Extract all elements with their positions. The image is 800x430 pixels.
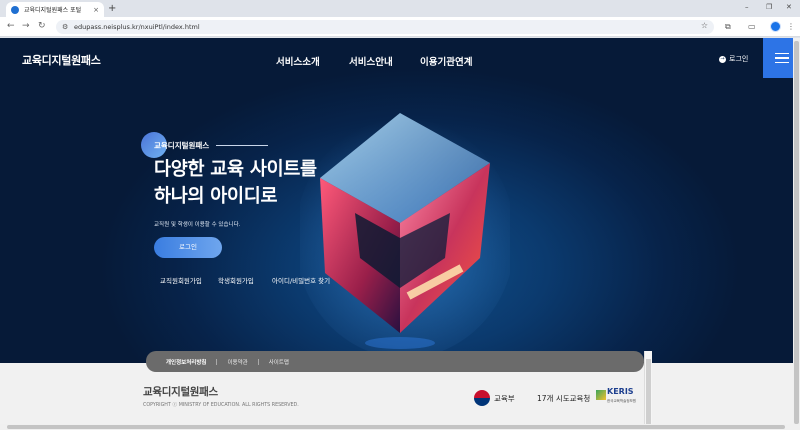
browser-tab-strip: 교육디지털원패스 포털 × + – ❐ ✕: [0, 0, 800, 17]
glass-cube-illustration: [300, 113, 510, 358]
tab-title: 교육디지털원패스 포털: [24, 7, 82, 14]
forward-icon[interactable]: →: [22, 21, 30, 32]
nav-institution-link[interactable]: 이용기관연계: [420, 54, 472, 68]
moe-label: 교육부: [494, 393, 515, 403]
privacy-policy-link[interactable]: 개인정보처리방침: [166, 358, 206, 366]
hero-badge: 교육디지털원패스: [154, 141, 210, 150]
url-text[interactable]: edupass.neisplus.kr/nxuiPtl/index.html: [74, 22, 200, 32]
horizontal-scrollbar[interactable]: [0, 424, 793, 430]
hero-headline-line-2: 하나의 아이디로: [154, 186, 278, 207]
footer-links-bar: 개인정보처리방침 이용약관 사이트맵: [146, 351, 644, 372]
keris-logo[interactable]: KERIS 한국교육학술정보원: [596, 387, 642, 409]
hero-login-button[interactable]: 로그인: [154, 237, 222, 258]
badge-divider: [216, 145, 268, 146]
link-divider: [216, 358, 218, 365]
login-arrow-icon: →: [719, 55, 726, 63]
sitemap-link[interactable]: 사이트맵: [269, 358, 289, 366]
vertical-scroll-thumb[interactable]: [794, 41, 799, 424]
horizontal-scroll-thumb[interactable]: [7, 425, 785, 429]
link-divider: [257, 358, 259, 365]
tab-close-icon[interactable]: ×: [93, 6, 99, 14]
teacher-signup-link[interactable]: 교직원회원가입: [160, 275, 202, 285]
nav-service-guide[interactable]: 서비스안내: [349, 54, 393, 68]
keris-wordmark: KERIS: [607, 387, 634, 396]
close-window-button[interactable]: ✕: [786, 3, 792, 11]
hero-headline: 다양한 교육 사이트를 하나의 아이디로: [154, 156, 317, 210]
vertical-scrollbar[interactable]: [793, 38, 800, 430]
moe-logo[interactable]: 교육부: [474, 390, 515, 406]
student-signup-link[interactable]: 학생회원가입: [218, 275, 254, 285]
reload-icon[interactable]: ↻: [38, 21, 46, 32]
header-login-label: 로그인: [729, 55, 749, 63]
taegeuk-emblem-icon: [474, 390, 490, 406]
site-footer: 교육디지털원패스 COPYRIGHT ⓒ MINISTRY OF EDUCATI…: [0, 363, 793, 430]
menu-line: [775, 57, 789, 59]
footer-inner-scrollbar[interactable]: [644, 351, 652, 430]
url-field[interactable]: ⚙ edupass.neisplus.kr/nxuiPtl/index.html…: [56, 20, 714, 34]
keris-mark-icon: [596, 390, 606, 400]
site-logo[interactable]: 교육디지털원패스: [22, 52, 101, 68]
browser-menu-icon[interactable]: ⋮: [787, 21, 795, 32]
terms-link[interactable]: 이용약관: [227, 358, 247, 366]
hero-section: 교육디지털원패스 서비스소개 서비스안내 이용기관연계 → 로그인 교육디지털원…: [0, 38, 793, 363]
extensions-icon[interactable]: ⧉: [725, 21, 731, 32]
new-tab-button[interactable]: +: [108, 3, 116, 15]
site-favicon-icon: [11, 5, 19, 14]
sido-education-office-logo[interactable]: 17개 시도교육청: [537, 393, 590, 404]
maximize-button[interactable]: ❐: [766, 3, 772, 11]
hero-subtext: 교직원 및 학생이 이용할 수 있습니다.: [154, 222, 241, 228]
menu-line: [775, 61, 789, 64]
footer-logo: 교육디지털원패스: [143, 386, 218, 398]
hero-headline-line-1: 다양한 교육 사이트를: [154, 159, 317, 180]
keris-subtitle: 한국교육학술정보원: [607, 399, 636, 403]
profile-avatar[interactable]: [770, 21, 781, 32]
page-viewport: 교육디지털원패스 서비스소개 서비스안내 이용기관연계 → 로그인 교육디지털원…: [0, 38, 793, 430]
back-icon[interactable]: ←: [7, 21, 15, 32]
site-info-icon[interactable]: ⚙: [62, 23, 70, 31]
inner-scroll-thumb[interactable]: [646, 359, 651, 424]
nav-service-intro[interactable]: 서비스소개: [276, 54, 320, 68]
bookmark-star-icon[interactable]: ☆: [701, 21, 708, 30]
hamburger-menu-button[interactable]: [763, 38, 793, 78]
address-bar: ← → ↻ ⚙ edupass.neisplus.kr/nxuiPtl/inde…: [0, 17, 800, 37]
find-id-password-link[interactable]: 아이디/비밀번호 찾기: [272, 275, 330, 285]
side-panel-icon[interactable]: ▭: [748, 21, 756, 32]
minimize-button[interactable]: –: [745, 3, 749, 11]
header-login-link[interactable]: → 로그인: [719, 54, 748, 64]
menu-line: [775, 52, 789, 55]
footer-copyright: COPYRIGHT ⓒ MINISTRY OF EDUCATION. ALL R…: [143, 403, 299, 408]
browser-tab[interactable]: 교육디지털원패스 포털 ×: [6, 2, 104, 17]
